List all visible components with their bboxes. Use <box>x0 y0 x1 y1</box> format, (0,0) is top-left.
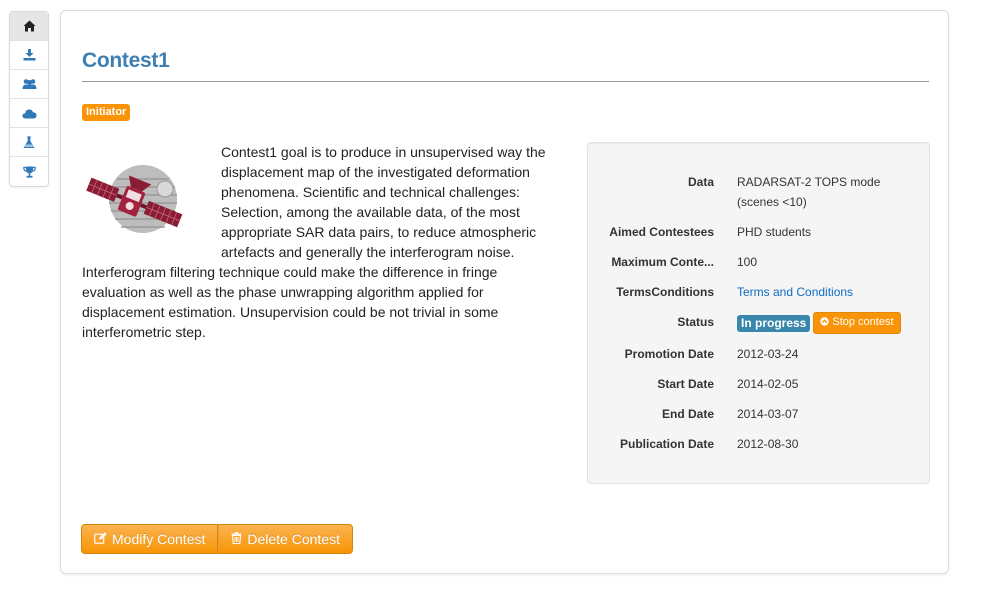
users-icon <box>22 78 37 90</box>
contest-description: Contest1 goal is to produce in unsupervi… <box>82 142 560 342</box>
detail-label: Publication Date <box>619 437 714 451</box>
contest-details: Data RADARSAT-2 TOPS mode (scenes <10) A… <box>587 142 930 484</box>
role-badge: Initiator <box>82 104 131 121</box>
detail-value: 2014-02-05 <box>737 377 799 391</box>
detail-label: Aimed Contestees <box>609 225 714 239</box>
description-image-spacer <box>82 142 221 262</box>
edit-icon <box>94 531 107 547</box>
detail-value: RADARSAT-2 TOPS mode (scenes <10) <box>737 175 881 209</box>
delete-contest-label: Delete Contest <box>247 531 340 547</box>
detail-label: Promotion Date <box>624 347 714 361</box>
contest-actions: Modify Contest Delete Contest <box>81 524 353 554</box>
detail-value: PHD students <box>737 225 812 239</box>
trophy-icon <box>22 166 36 178</box>
side-navigation <box>9 11 49 187</box>
modify-contest-label: Modify Contest <box>112 531 206 547</box>
detail-label: Maximum Conte... <box>611 255 714 269</box>
stop-contest-button[interactable]: Stop contest <box>813 312 901 334</box>
detail-label: Data <box>687 175 714 189</box>
page-title: Contest1 <box>82 49 170 72</box>
nav-trophy[interactable] <box>10 157 48 186</box>
detail-label: Status <box>677 315 714 329</box>
download-icon <box>23 49 36 61</box>
detail-value: 2012-03-24 <box>737 347 799 361</box>
detail-label: End Date <box>661 407 714 421</box>
trash-icon <box>231 531 242 547</box>
nav-users[interactable] <box>10 70 48 99</box>
detail-value: 2012-08-30 <box>737 437 799 451</box>
contest-panel: Contest1 Initiator Contest1 goal is to p… <box>60 10 949 574</box>
nav-home[interactable] <box>10 12 48 41</box>
flask-icon <box>23 136 35 149</box>
detail-value: In progress Stop contest <box>737 312 917 334</box>
nav-cloud[interactable] <box>10 99 48 128</box>
stop-contest-label: Stop contest <box>832 316 894 328</box>
nav-download[interactable] <box>10 41 48 70</box>
chevron-up-circle-icon <box>820 316 830 330</box>
detail-value: Terms and Conditions <box>737 282 917 302</box>
delete-contest-button[interactable]: Delete Contest <box>218 524 353 554</box>
nav-flask[interactable] <box>10 128 48 157</box>
status-badge: In progress <box>737 314 811 332</box>
home-icon <box>23 20 36 32</box>
detail-label: Start Date <box>657 377 714 391</box>
title-divider <box>82 81 929 82</box>
detail-value: 100 <box>737 255 758 269</box>
cloud-icon <box>22 108 37 119</box>
detail-label: TermsConditions <box>616 285 714 299</box>
detail-value: 2014-03-07 <box>737 407 799 421</box>
terms-link[interactable]: Terms and Conditions <box>737 285 853 299</box>
modify-contest-button[interactable]: Modify Contest <box>81 524 219 554</box>
